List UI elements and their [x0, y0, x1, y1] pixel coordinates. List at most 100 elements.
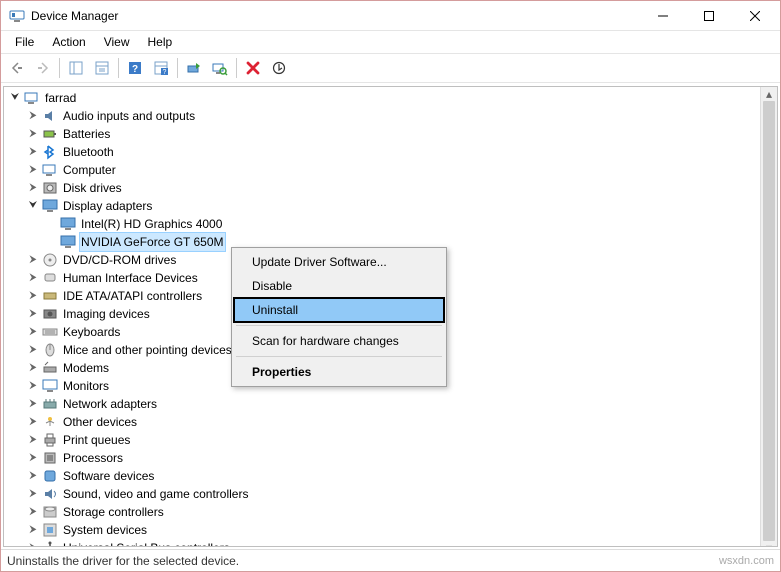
expand-arrow-icon[interactable]: ⮞ — [26, 431, 40, 449]
tree-node-label: NVIDIA GeForce GT 650M — [79, 232, 226, 252]
tree-node-label: Intel(R) HD Graphics 4000 — [79, 215, 224, 233]
close-button[interactable] — [732, 1, 778, 31]
expand-arrow-icon[interactable]: ⮞ — [26, 359, 40, 377]
expand-arrow-icon[interactable]: ⮞ — [26, 251, 40, 269]
usb-icon — [42, 540, 58, 546]
tree-node-label: Imaging devices — [61, 305, 152, 323]
audio-icon — [42, 108, 58, 124]
tree-node-label: Computer — [61, 161, 118, 179]
status-text: Uninstalls the driver for the selected d… — [7, 554, 239, 568]
tree-node-bluetooth[interactable]: ⮞Bluetooth — [4, 143, 777, 161]
help-button[interactable]: ? — [123, 56, 147, 80]
svg-text:?: ? — [132, 64, 138, 75]
tree-node-display-adapters[interactable]: ⮟ Display adapters — [4, 197, 777, 215]
menu-view[interactable]: View — [96, 33, 138, 51]
expand-arrow-icon[interactable]: ⮞ — [26, 377, 40, 395]
expand-arrow-icon[interactable]: ⮞ — [26, 521, 40, 539]
menu-action[interactable]: Action — [44, 33, 93, 51]
expand-arrow-icon[interactable]: ⮞ — [26, 467, 40, 485]
scroll-up-button[interactable]: ▴ — [761, 87, 777, 101]
display-icon — [42, 198, 58, 214]
tree-node-farrad[interactable]: ⮟farrad — [4, 89, 777, 107]
tree-node-label: Mice and other pointing devices — [61, 341, 234, 359]
action-help-button[interactable]: ? — [149, 56, 173, 80]
hid-icon — [42, 270, 58, 286]
battery-icon — [42, 126, 58, 142]
context-menu-uninstall[interactable]: Uninstall — [234, 298, 444, 322]
tree-node-label: Universal Serial Bus controllers — [61, 539, 232, 546]
tree-node-label: Human Interface Devices — [61, 269, 200, 287]
tree-node-label: Storage controllers — [61, 503, 166, 521]
toolbar-separator — [177, 58, 178, 78]
ide-icon — [42, 288, 58, 304]
tree-node-system-devices[interactable]: ⮞ System devices — [4, 521, 777, 539]
expand-arrow-icon[interactable]: ⮞ — [26, 287, 40, 305]
context-menu-scan-for-hardware-changes[interactable]: Scan for hardware changes — [234, 329, 444, 353]
expand-arrow-icon[interactable]: ⮞ — [26, 143, 40, 161]
menu-help[interactable]: Help — [140, 33, 181, 51]
expand-arrow-icon[interactable]: ⮞ — [26, 539, 40, 546]
show-hide-tree-button[interactable] — [64, 56, 88, 80]
disk-icon — [42, 180, 58, 196]
tree-node-audio-inputs-and-outputs[interactable]: ⮞Audio inputs and outputs — [4, 107, 777, 125]
tree-node-intel-r-hd-graphics-4000[interactable]: Intel(R) HD Graphics 4000 — [4, 215, 777, 233]
scroll-thumb[interactable] — [763, 101, 775, 541]
expand-arrow-icon[interactable]: ⮞ — [26, 395, 40, 413]
tree-node-label: Other devices — [61, 413, 139, 431]
expand-arrow-icon[interactable]: ⮞ — [26, 305, 40, 323]
tree-node-label: Display adapters — [61, 197, 154, 215]
tree-node-processors[interactable]: ⮞ Processors — [4, 449, 777, 467]
context-menu-update-driver-software[interactable]: Update Driver Software... — [234, 250, 444, 274]
tree-node-universal-serial-bus-controllers[interactable]: ⮞ Universal Serial Bus controllers — [4, 539, 777, 546]
tree-node-label: Processors — [61, 449, 125, 467]
display-icon — [60, 234, 76, 250]
tree-node-disk-drives[interactable]: ⮞Disk drives — [4, 179, 777, 197]
collapse-arrow-icon[interactable]: ⮟ — [8, 89, 22, 107]
tree-node-computer[interactable]: ⮞ Computer — [4, 161, 777, 179]
collapse-arrow-icon[interactable]: ⮟ — [26, 197, 40, 215]
expand-arrow-icon[interactable]: ⮞ — [26, 341, 40, 359]
expand-arrow-icon[interactable]: ⮞ — [26, 107, 40, 125]
expand-arrow-icon[interactable]: ⮞ — [26, 179, 40, 197]
expand-arrow-icon[interactable]: ⮞ — [26, 269, 40, 287]
vertical-scrollbar[interactable]: ▴ ▾ — [760, 87, 777, 546]
expand-arrow-icon[interactable]: ⮞ — [26, 413, 40, 431]
software-icon — [42, 468, 58, 484]
expand-arrow-icon[interactable]: ⮞ — [26, 449, 40, 467]
cpu-icon — [42, 450, 58, 466]
tree-node-storage-controllers[interactable]: ⮞ Storage controllers — [4, 503, 777, 521]
tree-node-batteries[interactable]: ⮞Batteries — [4, 125, 777, 143]
update-driver-button[interactable] — [182, 56, 206, 80]
back-button[interactable] — [5, 56, 29, 80]
toolbar-separator — [236, 58, 237, 78]
context-menu: Update Driver Software...DisableUninstal… — [231, 247, 447, 387]
expand-arrow-icon[interactable]: ⮞ — [26, 323, 40, 341]
context-menu-properties[interactable]: Properties — [234, 360, 444, 384]
forward-button[interactable] — [31, 56, 55, 80]
tree-node-label: System devices — [61, 521, 149, 539]
maximize-button[interactable] — [686, 1, 732, 31]
expand-arrow-icon[interactable]: ⮞ — [26, 125, 40, 143]
context-menu-disable[interactable]: Disable — [234, 274, 444, 298]
expand-arrow-icon[interactable]: ⮞ — [26, 503, 40, 521]
tree-node-label: Monitors — [61, 377, 111, 395]
tree-node-label: Sound, video and game controllers — [61, 485, 250, 503]
tree-node-print-queues[interactable]: ⮞Print queues — [4, 431, 777, 449]
other-icon — [42, 414, 58, 430]
properties-button[interactable] — [90, 56, 114, 80]
minimize-button[interactable] — [640, 1, 686, 31]
tree-node-other-devices[interactable]: ⮞ Other devices — [4, 413, 777, 431]
expand-arrow-icon[interactable]: ⮞ — [26, 161, 40, 179]
scan-hardware-button[interactable] — [208, 56, 232, 80]
tree-node-software-devices[interactable]: ⮞Software devices — [4, 467, 777, 485]
disable-button[interactable] — [267, 56, 291, 80]
uninstall-button[interactable] — [241, 56, 265, 80]
tree-node-sound-video-and-game-controllers[interactable]: ⮞ Sound, video and game controllers — [4, 485, 777, 503]
expand-arrow-icon[interactable]: ⮞ — [26, 485, 40, 503]
scroll-down-button[interactable]: ▾ — [761, 541, 777, 547]
tree-node-label: Modems — [61, 359, 111, 377]
menu-file[interactable]: File — [7, 33, 42, 51]
statusbar: Uninstalls the driver for the selected d… — [1, 549, 780, 571]
tree-node-network-adapters[interactable]: ⮞Network adapters — [4, 395, 777, 413]
bluetooth-icon — [42, 144, 58, 160]
